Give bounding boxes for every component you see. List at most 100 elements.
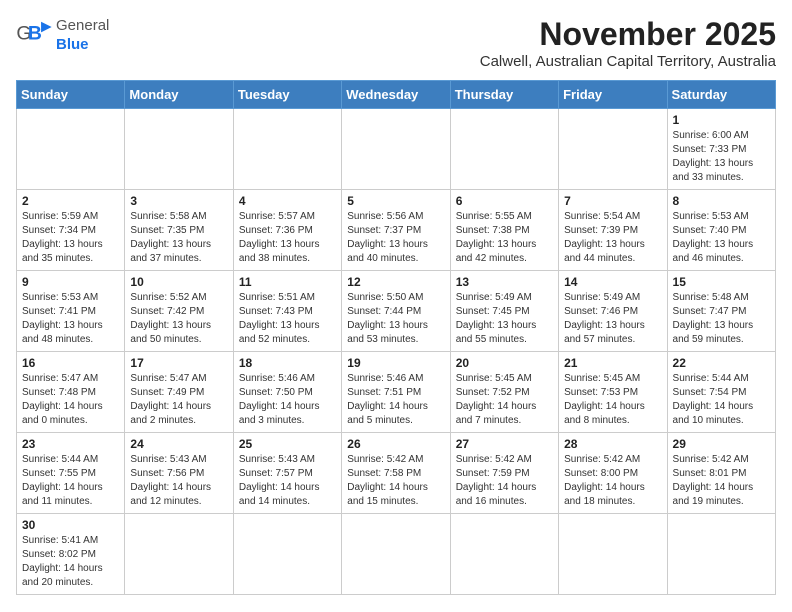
weekday-header-tuesday: Tuesday [233, 81, 341, 109]
weekday-header-row: SundayMondayTuesdayWednesdayThursdayFrid… [17, 81, 776, 109]
cell-info: Sunrise: 5:49 AM Sunset: 7:45 PM Dayligh… [456, 291, 553, 347]
calendar-cell: 14 Sunrise: 5:49 AM Sunset: 7:46 PM Dayli… [559, 271, 667, 352]
day-number: 16 [22, 356, 119, 370]
cell-info: Sunrise: 5:42 AM Sunset: 7:58 PM Dayligh… [347, 453, 444, 509]
cell-info: Sunrise: 5:42 AM Sunset: 8:00 PM Dayligh… [564, 453, 661, 509]
logo-icon: G B [16, 20, 52, 50]
day-number: 24 [130, 437, 227, 451]
page-header: G B General Blue November 2025 Calwell, … [16, 16, 776, 70]
calendar-cell [450, 514, 558, 595]
calendar-cell: 21 Sunrise: 5:45 AM Sunset: 7:53 PM Dayli… [559, 352, 667, 433]
day-number: 17 [130, 356, 227, 370]
cell-info: Sunrise: 5:44 AM Sunset: 7:54 PM Dayligh… [673, 372, 770, 428]
cell-info: Sunrise: 5:57 AM Sunset: 7:36 PM Dayligh… [239, 210, 336, 266]
cell-info: Sunrise: 5:46 AM Sunset: 7:50 PM Dayligh… [239, 372, 336, 428]
calendar-cell [559, 514, 667, 595]
cell-info: Sunrise: 5:41 AM Sunset: 8:02 PM Dayligh… [22, 534, 119, 590]
day-number: 9 [22, 275, 119, 289]
day-number: 30 [22, 518, 119, 532]
calendar-cell: 11 Sunrise: 5:51 AM Sunset: 7:43 PM Dayli… [233, 271, 341, 352]
calendar-table: SundayMondayTuesdayWednesdayThursdayFrid… [16, 80, 776, 595]
calendar-cell [342, 514, 450, 595]
calendar-cell: 23Sunrise: 5:44 AM Sunset: 7:55 PM Dayli… [17, 433, 125, 514]
calendar-cell: 8 Sunrise: 5:53 AM Sunset: 7:40 PM Daylig… [667, 190, 775, 271]
cell-info: Sunrise: 5:42 AM Sunset: 8:01 PM Dayligh… [673, 453, 770, 509]
cell-info: Sunrise: 5:58 AM Sunset: 7:35 PM Dayligh… [130, 210, 227, 266]
calendar-cell: 1 Sunrise: 6:00 AM Sunset: 7:33 PM Daylig… [667, 109, 775, 190]
day-number: 25 [239, 437, 336, 451]
day-number: 8 [673, 194, 770, 208]
calendar-cell: 12Sunrise: 5:50 AM Sunset: 7:44 PM Dayli… [342, 271, 450, 352]
week-row-4: 16 Sunrise: 5:47 AM Sunset: 7:48 PM Dayli… [17, 352, 776, 433]
day-number: 19 [347, 356, 444, 370]
day-number: 13 [456, 275, 553, 289]
calendar-cell [17, 109, 125, 190]
calendar-cell [559, 109, 667, 190]
location-text: Calwell, Australian Capital Territory, A… [480, 53, 776, 70]
month-title: November 2025 [480, 16, 776, 53]
day-number: 14 [564, 275, 661, 289]
calendar-cell: 4 Sunrise: 5:57 AM Sunset: 7:36 PM Daylig… [233, 190, 341, 271]
calendar-cell: 29Sunrise: 5:42 AM Sunset: 8:01 PM Dayli… [667, 433, 775, 514]
cell-info: Sunrise: 5:48 AM Sunset: 7:47 PM Dayligh… [673, 291, 770, 347]
calendar-cell: 9 Sunrise: 5:53 AM Sunset: 7:41 PM Daylig… [17, 271, 125, 352]
calendar-cell [233, 109, 341, 190]
logo-blue-text: Blue [56, 36, 89, 53]
day-number: 2 [22, 194, 119, 208]
calendar-cell: 22Sunrise: 5:44 AM Sunset: 7:54 PM Dayli… [667, 352, 775, 433]
cell-info: Sunrise: 5:45 AM Sunset: 7:53 PM Dayligh… [564, 372, 661, 428]
cell-info: Sunrise: 6:00 AM Sunset: 7:33 PM Dayligh… [673, 129, 770, 185]
calendar-cell: 16 Sunrise: 5:47 AM Sunset: 7:48 PM Dayli… [17, 352, 125, 433]
cell-info: Sunrise: 5:44 AM Sunset: 7:55 PM Dayligh… [22, 453, 119, 509]
day-number: 5 [347, 194, 444, 208]
cell-info: Sunrise: 5:42 AM Sunset: 7:59 PM Dayligh… [456, 453, 553, 509]
day-number: 10 [130, 275, 227, 289]
calendar-cell [342, 109, 450, 190]
day-number: 7 [564, 194, 661, 208]
cell-info: Sunrise: 5:45 AM Sunset: 7:52 PM Dayligh… [456, 372, 553, 428]
week-row-1: 1 Sunrise: 6:00 AM Sunset: 7:33 PM Daylig… [17, 109, 776, 190]
calendar-cell: 13 Sunrise: 5:49 AM Sunset: 7:45 PM Dayli… [450, 271, 558, 352]
cell-info: Sunrise: 5:49 AM Sunset: 7:46 PM Dayligh… [564, 291, 661, 347]
calendar-cell [667, 514, 775, 595]
calendar-cell: 17 Sunrise: 5:47 AM Sunset: 7:49 PM Dayli… [125, 352, 233, 433]
calendar-cell [125, 109, 233, 190]
week-row-6: 30 Sunrise: 5:41 AM Sunset: 8:02 PM Dayli… [17, 514, 776, 595]
calendar-cell: 25Sunrise: 5:43 AM Sunset: 7:57 PM Dayli… [233, 433, 341, 514]
logo-general-text: General [56, 17, 109, 34]
weekday-header-monday: Monday [125, 81, 233, 109]
day-number: 18 [239, 356, 336, 370]
week-row-3: 9 Sunrise: 5:53 AM Sunset: 7:41 PM Daylig… [17, 271, 776, 352]
cell-info: Sunrise: 5:47 AM Sunset: 7:48 PM Dayligh… [22, 372, 119, 428]
cell-info: Sunrise: 5:47 AM Sunset: 7:49 PM Dayligh… [130, 372, 227, 428]
calendar-cell: 24 Sunrise: 5:43 AM Sunset: 7:56 PM Dayli… [125, 433, 233, 514]
calendar-cell: 10Sunrise: 5:52 AM Sunset: 7:42 PM Dayli… [125, 271, 233, 352]
weekday-header-saturday: Saturday [667, 81, 775, 109]
weekday-header-wednesday: Wednesday [342, 81, 450, 109]
cell-info: Sunrise: 5:43 AM Sunset: 7:56 PM Dayligh… [130, 453, 227, 509]
cell-info: Sunrise: 5:55 AM Sunset: 7:38 PM Dayligh… [456, 210, 553, 266]
week-row-5: 23Sunrise: 5:44 AM Sunset: 7:55 PM Dayli… [17, 433, 776, 514]
calendar-cell: 6Sunrise: 5:55 AM Sunset: 7:38 PM Daylig… [450, 190, 558, 271]
day-number: 4 [239, 194, 336, 208]
calendar-cell: 27 Sunrise: 5:42 AM Sunset: 7:59 PM Dayli… [450, 433, 558, 514]
day-number: 27 [456, 437, 553, 451]
calendar-cell: 18 Sunrise: 5:46 AM Sunset: 7:50 PM Dayli… [233, 352, 341, 433]
calendar-cell: 5Sunrise: 5:56 AM Sunset: 7:37 PM Daylig… [342, 190, 450, 271]
calendar-cell: 28Sunrise: 5:42 AM Sunset: 8:00 PM Dayli… [559, 433, 667, 514]
cell-info: Sunrise: 5:53 AM Sunset: 7:40 PM Dayligh… [673, 210, 770, 266]
day-number: 21 [564, 356, 661, 370]
day-number: 11 [239, 275, 336, 289]
weekday-header-thursday: Thursday [450, 81, 558, 109]
day-number: 3 [130, 194, 227, 208]
calendar-cell: 15Sunrise: 5:48 AM Sunset: 7:47 PM Dayli… [667, 271, 775, 352]
calendar-cell [450, 109, 558, 190]
day-number: 1 [673, 113, 770, 127]
cell-info: Sunrise: 5:50 AM Sunset: 7:44 PM Dayligh… [347, 291, 444, 347]
day-number: 20 [456, 356, 553, 370]
cell-info: Sunrise: 5:53 AM Sunset: 7:41 PM Dayligh… [22, 291, 119, 347]
cell-info: Sunrise: 5:59 AM Sunset: 7:34 PM Dayligh… [22, 210, 119, 266]
calendar-cell: 26Sunrise: 5:42 AM Sunset: 7:58 PM Dayli… [342, 433, 450, 514]
calendar-cell: 2 Sunrise: 5:59 AM Sunset: 7:34 PM Daylig… [17, 190, 125, 271]
cell-info: Sunrise: 5:51 AM Sunset: 7:43 PM Dayligh… [239, 291, 336, 347]
